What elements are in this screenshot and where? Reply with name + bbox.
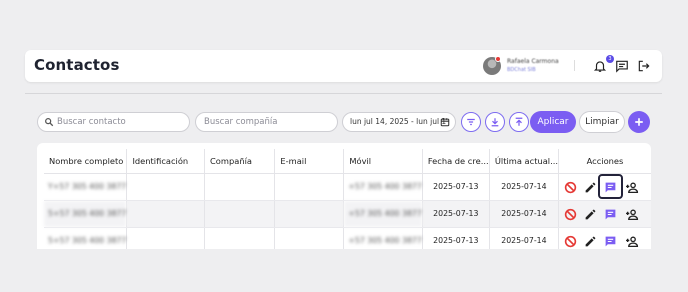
- cell-company: [204, 227, 276, 249]
- cell-created: 2025-07-13: [422, 200, 490, 228]
- page-title: Contactos: [34, 56, 120, 74]
- add-person-icon[interactable]: [625, 181, 639, 194]
- date-range-value: lun jul 14, 2025 - lun jul 1: [350, 117, 447, 126]
- cell-actions: [558, 227, 651, 249]
- cell-company: [204, 173, 276, 201]
- contacts-table-card: Nombre completo Identificación Compañía …: [37, 143, 651, 249]
- filter-button[interactable]: [461, 112, 481, 132]
- notification-badge: 3: [606, 55, 614, 63]
- date-range-picker[interactable]: lun jul 14, 2025 - lun jul 1: [342, 112, 456, 132]
- block-icon[interactable]: [564, 208, 577, 221]
- cell-identification: [126, 227, 206, 249]
- table-row[interactable]: 5+57 305 400 3877 +57 305 400 3877 2025-…: [44, 200, 651, 228]
- message-icon[interactable]: [604, 208, 617, 221]
- cell-company: [204, 200, 276, 228]
- contacts-table: Nombre completo Identificación Compañía …: [44, 149, 651, 249]
- search-contact-input[interactable]: Buscar contacto: [37, 112, 190, 132]
- cell-email: [274, 227, 345, 249]
- cell-actions: [558, 200, 651, 228]
- cell-identification: [126, 173, 206, 201]
- cell-name: 5+57 305 400 3877: [44, 200, 128, 228]
- column-header[interactable]: Última actual...: [489, 149, 560, 174]
- cell-identification: [126, 200, 206, 228]
- filter-icon: [467, 118, 475, 126]
- column-header[interactable]: E-mail: [274, 149, 345, 174]
- upload-icon: [515, 117, 523, 126]
- cell-updated: 2025-07-14: [489, 227, 560, 249]
- status-dot: [495, 56, 501, 62]
- column-header: Acciones: [558, 149, 651, 174]
- header-divider: [574, 60, 575, 71]
- cell-mobile: +57 305 400 3877: [343, 173, 423, 201]
- search-company-placeholder: Buscar compañía: [204, 117, 278, 127]
- block-icon[interactable]: [564, 181, 577, 194]
- user-name: Rafaela Carmona: [507, 58, 559, 65]
- download-button[interactable]: [485, 112, 505, 132]
- bell-icon[interactable]: [593, 59, 607, 73]
- user-menu[interactable]: Rafaela Carmona BDChat SIB: [483, 56, 583, 76]
- edit-icon[interactable]: [584, 235, 597, 248]
- calendar-icon[interactable]: [440, 117, 450, 127]
- cell-created: 2025-07-13: [422, 227, 490, 249]
- table-row[interactable]: Y+57 305 400 3877 +57 305 400 3877 2025-…: [44, 173, 651, 201]
- page-header: Contactos Rafaela Carmona BDChat SIB 3: [25, 50, 662, 82]
- add-person-icon[interactable]: [625, 235, 639, 248]
- edit-icon[interactable]: [584, 208, 597, 221]
- block-icon[interactable]: [564, 235, 577, 248]
- chat-icon[interactable]: [615, 59, 629, 73]
- cell-created: 2025-07-13: [422, 173, 490, 201]
- add-person-icon[interactable]: [625, 208, 639, 221]
- search-icon: [45, 118, 54, 127]
- column-header[interactable]: Fecha de cre...: [422, 149, 490, 174]
- cell-name: Y+57 305 400 3877: [44, 173, 128, 201]
- column-header[interactable]: Móvil: [343, 149, 423, 174]
- add-contact-button[interactable]: [628, 111, 650, 133]
- table-row[interactable]: 5+57 305 400 3877 +57 305 400 3877 2025-…: [44, 227, 651, 249]
- plus-icon: [635, 118, 643, 126]
- highlight-box: [598, 174, 623, 199]
- table-header-row: Nombre completo Identificación Compañía …: [44, 149, 651, 174]
- edit-icon[interactable]: [584, 181, 597, 194]
- message-icon[interactable]: [604, 235, 617, 248]
- section-divider: [25, 93, 662, 94]
- search-company-input[interactable]: Buscar compañía: [195, 112, 338, 132]
- apply-button[interactable]: Aplicar: [530, 111, 576, 133]
- logout-icon[interactable]: [637, 59, 651, 73]
- cell-mobile: +57 305 400 3877: [343, 227, 423, 249]
- user-subtitle: BDChat SIB: [507, 67, 536, 73]
- column-header[interactable]: Nombre completo: [44, 149, 128, 174]
- cell-mobile: +57 305 400 3877: [343, 200, 423, 228]
- column-header[interactable]: Identificación: [126, 149, 206, 174]
- cell-updated: 2025-07-14: [489, 173, 560, 201]
- cell-name: 5+57 305 400 3877: [44, 227, 128, 249]
- search-contact-placeholder: Buscar contacto: [57, 117, 126, 127]
- column-header[interactable]: Compañía: [204, 149, 276, 174]
- clear-button[interactable]: Limpiar: [579, 111, 625, 133]
- download-icon: [491, 118, 499, 127]
- cell-email: [274, 200, 345, 228]
- cell-updated: 2025-07-14: [489, 200, 560, 228]
- cell-email: [274, 173, 345, 201]
- upload-button[interactable]: [509, 112, 529, 132]
